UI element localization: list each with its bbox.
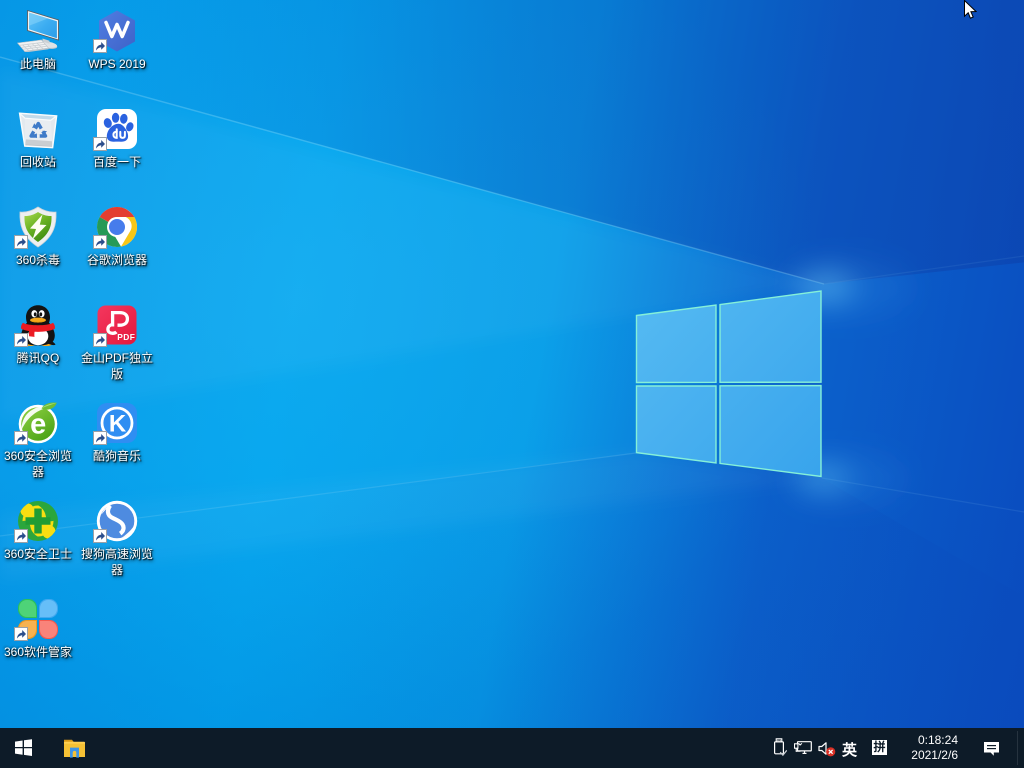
svg-text:PDF: PDF bbox=[117, 332, 135, 342]
svg-text:K: K bbox=[109, 411, 127, 438]
